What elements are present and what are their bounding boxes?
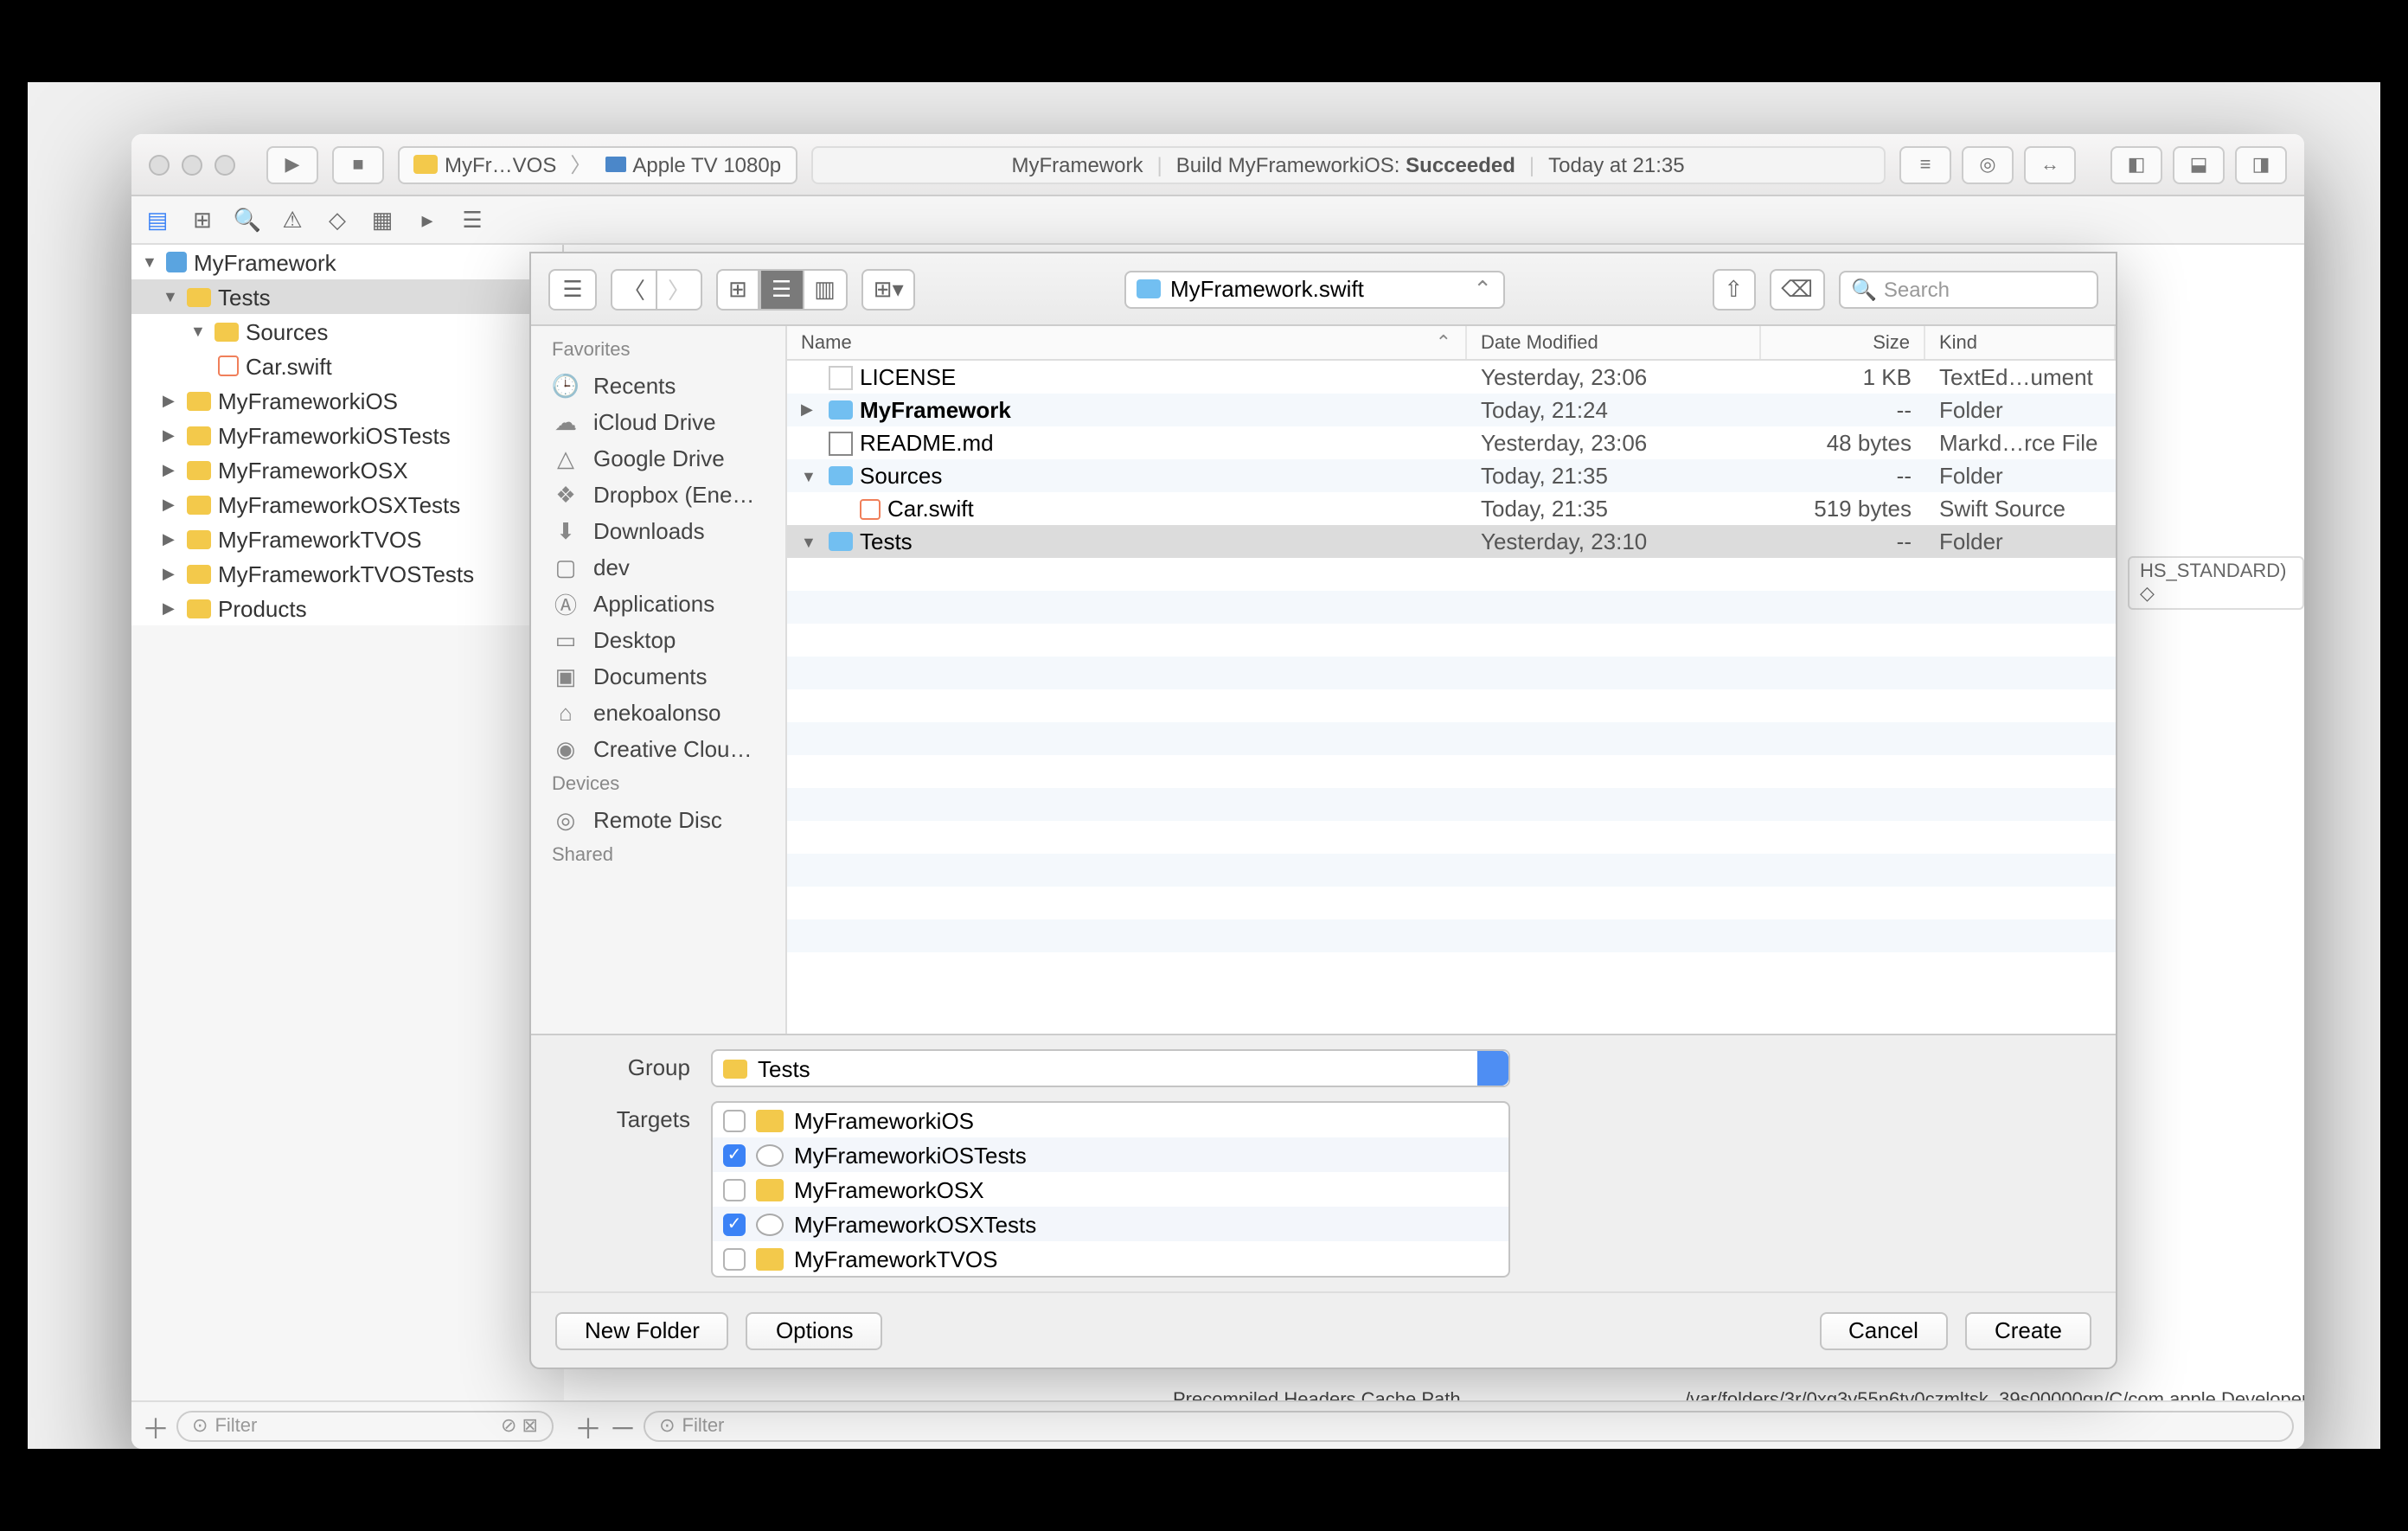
sidebar-item[interactable]: ⌂enekoalonso [531,695,785,731]
editor-version-icon[interactable]: ↔ [2024,145,2076,183]
report-nav-icon[interactable]: ☰ [457,204,488,235]
editor-standard-icon[interactable]: ≡ [1899,145,1951,183]
titlebar: ▶ ■ MyFr…VOS 〉 Apple TV 1080p MyFramewor… [131,134,2304,196]
location-popup[interactable]: MyFramework.swift⌃ [1124,270,1504,308]
nav-item[interactable]: ▶MyFrameworkiOS [131,383,562,418]
nav-item[interactable]: ▶MyFrameworkiOSTests [131,418,562,452]
target-row[interactable]: MyFrameworkiOS [713,1103,1508,1137]
project-nav-icon[interactable]: ▤ [142,204,173,235]
xcode-window: ▶ ■ MyFr…VOS 〉 Apple TV 1080p MyFramewor… [131,134,2304,1449]
file-row[interactable]: Car.swiftToday, 21:35519 bytesSwift Sour… [787,492,2116,525]
nav-item[interactable]: ▶MyFrameworkTVOS [131,522,562,556]
sidebar-item[interactable]: ☁iCloud Drive [531,404,785,440]
stop-button[interactable]: ■ [332,145,384,183]
panel-left-icon[interactable]: ◧ [2110,145,2162,183]
group-selector[interactable]: Tests [711,1049,1510,1087]
dialog-footer: New Folder Options Cancel Create [531,1291,2116,1368]
nav-item[interactable]: Car.swift [131,349,562,383]
project-navigator: ▼MyFramework ▼Tests▼SourcesCar.swift▶MyF… [131,245,564,625]
new-folder-button[interactable]: New Folder [555,1311,729,1349]
archs-value: HS_STANDARD) ◇ [2128,556,2304,610]
sidebar-item[interactable]: ⬇Downloads [531,513,785,549]
view-options-icon[interactable]: ⊞▾ [861,268,916,310]
add-icon[interactable]: ＋ [574,1405,602,1446]
main-footer: ＋ － ⊙Filter [564,1400,2304,1449]
nav-item[interactable]: ▶Products [131,591,562,625]
navigator-footer: ＋ ⊙Filter⊘ ⊠ [131,1400,564,1449]
share-icon[interactable]: ⇧ [1712,268,1755,310]
remove-icon[interactable]: － [609,1405,637,1446]
sidebar-devices-header: Devices [531,767,785,802]
sidebar-toggle-icon[interactable]: ☰ [548,268,597,310]
target-row[interactable]: MyFrameworkTVOS [713,1241,1508,1276]
nav-item[interactable]: ▶MyFrameworkOSXTests [131,487,562,522]
eject-icon[interactable]: ⌫ [1769,268,1825,310]
sidebar-shared-header: Shared [531,838,785,873]
sidebar-item[interactable]: ◎Remote Disc [531,802,785,838]
nav-item[interactable]: ▶MyFrameworkTVOSTests [131,556,562,591]
targets-label: Targets [600,1101,690,1132]
panel-bottom-icon[interactable]: ⬓ [2173,145,2225,183]
view-column-icon[interactable]: ▥ [804,268,848,310]
forward-button[interactable]: 〉 [657,268,702,310]
dialog-toolbar: ☰ 〈 〉 ⊞ ☰ ▥ ⊞▾ MyFramework.swift⌃ ⇧ ⌫ 🔍S… [531,253,2116,326]
back-button[interactable]: 〈 [611,268,657,310]
search-input[interactable]: 🔍Search [1839,270,2098,308]
breakpoint-nav-icon[interactable]: ▸ [412,204,443,235]
issue-nav-icon[interactable]: ⚠ [277,204,308,235]
nav-item[interactable]: ▶MyFrameworkOSX [131,452,562,487]
sidebar-item[interactable]: ◉Creative Clou… [531,731,785,767]
file-list: Name⌃ Date Modified Size Kind LICENSEYes… [787,326,2116,1034]
nav-item[interactable]: ▼Tests [131,279,562,314]
sidebar-item[interactable]: ▣Documents [531,658,785,695]
file-row[interactable]: ▼TestsYesterday, 23:10--Folder [787,525,2116,558]
view-list-icon[interactable]: ☰ [759,268,804,310]
targets-list: MyFrameworkiOS✓MyFrameworkiOSTestsMyFram… [711,1101,1510,1278]
nav-filter-input[interactable]: ⊙Filter⊘ ⊠ [176,1410,554,1441]
editor-assistant-icon[interactable]: ◎ [1962,145,2014,183]
file-row[interactable]: ▶MyFrameworkToday, 21:24--Folder [787,394,2116,426]
main-filter-input[interactable]: ⊙Filter [644,1410,2294,1441]
sidebar-item[interactable]: ▢dev [531,549,785,586]
file-row[interactable]: README.mdYesterday, 23:0648 bytesMarkd…r… [787,426,2116,459]
panel-right-icon[interactable]: ◨ [2235,145,2287,183]
options-button[interactable]: Options [746,1311,883,1349]
file-row[interactable]: LICENSEYesterday, 23:061 KBTextEd…ument [787,361,2116,394]
group-label: Group [600,1049,690,1080]
debug-nav-icon[interactable]: ▦ [367,204,398,235]
sidebar-item[interactable]: △Google Drive [531,440,785,477]
sidebar-item[interactable]: ▭Desktop [531,622,785,658]
target-row[interactable]: MyFrameworkOSX [713,1172,1508,1207]
traffic-lights[interactable] [149,154,235,175]
create-button[interactable]: Create [1965,1311,2091,1349]
test-nav-icon[interactable]: ◇ [322,204,353,235]
activity-viewer: MyFramework| Build MyFrameworkiOS: Succe… [810,145,1886,183]
add-icon[interactable]: ＋ [142,1405,170,1446]
sidebar-favorites-header: Favorites [531,333,785,368]
nav-item[interactable]: ▼Sources [131,314,562,349]
target-row[interactable]: ✓MyFrameworkOSXTests [713,1207,1508,1241]
dialog-sidebar: Favorites 🕒Recents☁iCloud Drive△Google D… [531,326,787,1034]
navigator-selector-bar: ▤ ⊞ 🔍 ⚠ ◇ ▦ ▸ ☰ [131,196,2304,245]
sidebar-item[interactable]: 🕒Recents [531,368,785,404]
run-button[interactable]: ▶ [266,145,318,183]
sidebar-item[interactable]: ⒶApplications [531,586,785,622]
find-nav-icon[interactable]: 🔍 [232,204,263,235]
scheme-selector[interactable]: MyFr…VOS 〉 Apple TV 1080p [398,145,797,183]
view-icon-icon[interactable]: ⊞ [716,268,759,310]
cancel-button[interactable]: Cancel [1819,1311,1948,1349]
file-row[interactable]: ▼SourcesToday, 21:35--Folder [787,459,2116,492]
nav-project-root[interactable]: ▼MyFramework [131,245,562,279]
target-row[interactable]: ✓MyFrameworkiOSTests [713,1137,1508,1172]
save-dialog: ☰ 〈 〉 ⊞ ☰ ▥ ⊞▾ MyFramework.swift⌃ ⇧ ⌫ 🔍S… [529,252,2117,1369]
list-header[interactable]: Name⌃ Date Modified Size Kind [787,326,2116,361]
sidebar-item[interactable]: ❖Dropbox (Ene… [531,477,785,513]
symbol-nav-icon[interactable]: ⊞ [187,204,218,235]
